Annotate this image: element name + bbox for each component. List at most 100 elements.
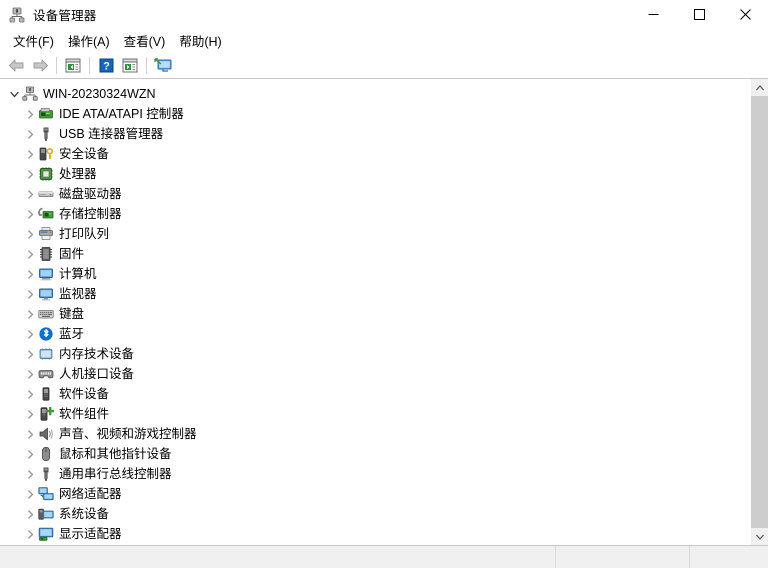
menu-file[interactable]: 文件(F) <box>6 28 61 54</box>
vertical-scrollbar[interactable] <box>750 79 768 545</box>
chevron-right-icon[interactable] <box>22 304 38 324</box>
scroll-thumb[interactable] <box>751 96 768 528</box>
tree-item-bluetooth[interactable]: 蓝牙 <box>0 324 750 344</box>
chevron-right-icon[interactable] <box>22 424 38 444</box>
tree-item-display-adapters[interactable]: 显示适配器 <box>0 524 750 544</box>
tree-item-label: 人机接口设备 <box>59 367 135 381</box>
tree-item-keyboards[interactable]: 键盘 <box>0 304 750 324</box>
tree-item-label: 处理器 <box>59 167 97 181</box>
scroll-track[interactable] <box>751 96 768 528</box>
network-adapter-icon <box>38 486 54 502</box>
chevron-right-icon[interactable] <box>22 204 38 224</box>
tree-item-processors[interactable]: 处理器 <box>0 164 750 184</box>
scroll-down-arrow[interactable] <box>751 528 768 545</box>
chevron-right-icon[interactable] <box>22 244 38 264</box>
forward-arrow-icon <box>33 59 48 71</box>
chevron-right-icon[interactable] <box>22 444 38 464</box>
help-question-icon: ? <box>99 58 113 72</box>
status-message <box>0 546 556 568</box>
print-queue-icon <box>38 226 54 242</box>
close-button[interactable] <box>722 0 768 29</box>
chevron-right-icon[interactable] <box>22 484 38 504</box>
title-bar: 设备管理器 <box>0 0 768 29</box>
menu-view[interactable]: 查看(V) <box>117 28 173 54</box>
tree-item-human-interface-devices[interactable]: 人机接口设备 <box>0 364 750 384</box>
chevron-right-icon[interactable] <box>22 384 38 404</box>
tree-item-print-queues[interactable]: 打印队列 <box>0 224 750 244</box>
tree-item-system-devices[interactable]: 系统设备 <box>0 504 750 524</box>
scan-hardware-button[interactable] <box>151 54 175 76</box>
menu-action[interactable]: 操作(A) <box>61 28 117 54</box>
properties-button[interactable] <box>61 54 85 76</box>
tree-item-label: 监视器 <box>59 287 97 301</box>
chevron-right-icon[interactable] <box>22 324 38 344</box>
tree-item-disk-drives[interactable]: 磁盘驱动器 <box>0 184 750 204</box>
device-tree[interactable]: WIN-20230324WZN IDE ATA/ATAPI 控制器 USB 连接… <box>0 79 750 545</box>
menu-help[interactable]: 帮助(H) <box>172 28 228 54</box>
tree-item-label: 存储控制器 <box>59 207 122 221</box>
human-interface-icon <box>38 366 54 382</box>
chevron-right-icon[interactable] <box>22 164 38 184</box>
tree-item-label: USB 连接器管理器 <box>59 127 164 141</box>
tree-item-usb-connector-managers[interactable]: USB 连接器管理器 <box>0 124 750 144</box>
chevron-right-icon[interactable] <box>22 124 38 144</box>
svg-text:?: ? <box>103 60 110 72</box>
tree-item-mice-and-pointing-devices[interactable]: 鼠标和其他指针设备 <box>0 444 750 464</box>
tree-item-security-devices[interactable]: 安全设备 <box>0 144 750 164</box>
chevron-right-icon[interactable] <box>22 224 38 244</box>
window-title: 设备管理器 <box>33 9 97 23</box>
maximize-button[interactable] <box>676 0 722 29</box>
back-button[interactable] <box>4 54 28 76</box>
chevron-down-icon[interactable] <box>6 84 22 104</box>
tree-item-monitors[interactable]: 监视器 <box>0 284 750 304</box>
tree-item-firmware[interactable]: 固件 <box>0 244 750 264</box>
show-hidden-button[interactable] <box>118 54 142 76</box>
chevron-right-icon[interactable] <box>22 144 38 164</box>
chevron-right-icon[interactable] <box>22 364 38 384</box>
keyboard-icon <box>38 306 54 322</box>
tree-item-label: 磁盘驱动器 <box>59 187 122 201</box>
tree-item-label: 蓝牙 <box>59 327 85 341</box>
tree-item-memory-technology-devices[interactable]: 内存技术设备 <box>0 344 750 364</box>
tree-item-universal-serial-bus-controllers[interactable]: 通用串行总线控制器 <box>0 464 750 484</box>
tree-item-computer[interactable]: 计算机 <box>0 264 750 284</box>
tree-item-network-adapters[interactable]: 网络适配器 <box>0 484 750 504</box>
sound-speaker-icon <box>38 426 54 442</box>
chevron-right-icon[interactable] <box>22 184 38 204</box>
processor-chip-icon <box>38 166 54 182</box>
disk-drive-icon <box>38 186 54 202</box>
tree-root-node[interactable]: WIN-20230324WZN <box>0 84 750 104</box>
tree-item-label: 通用串行总线控制器 <box>59 467 172 481</box>
tree-item-ide-ata-atapi-controllers[interactable]: IDE ATA/ATAPI 控制器 <box>0 104 750 124</box>
display-adapter-icon <box>38 526 54 542</box>
toolbar-separator <box>56 56 57 74</box>
tree-item-label: 计算机 <box>59 267 97 281</box>
chevron-right-icon[interactable] <box>22 344 38 364</box>
minimize-button[interactable] <box>630 0 676 29</box>
content-area: WIN-20230324WZN IDE ATA/ATAPI 控制器 USB 连接… <box>0 79 768 546</box>
chevron-right-icon[interactable] <box>22 264 38 284</box>
chevron-right-icon[interactable] <box>22 404 38 424</box>
tree-item-label: 键盘 <box>59 307 85 321</box>
tree-item-label: 网络适配器 <box>59 487 122 501</box>
tree-item-software-components[interactable]: 软件组件 <box>0 404 750 424</box>
status-cell-c <box>690 546 768 568</box>
chevron-right-icon[interactable] <box>22 504 38 524</box>
system-device-icon <box>38 506 54 522</box>
chevron-right-icon[interactable] <box>22 104 38 124</box>
scroll-up-arrow[interactable] <box>751 79 768 96</box>
tree-item-label: 固件 <box>59 247 85 261</box>
chevron-right-icon[interactable] <box>22 464 38 484</box>
toolbar-separator <box>146 56 147 74</box>
back-arrow-icon <box>8 59 23 71</box>
tree-item-software-devices[interactable]: 软件设备 <box>0 384 750 404</box>
help-button[interactable]: ? <box>94 54 118 76</box>
tree-item-sound-video-game-controllers[interactable]: 声音、视频和游戏控制器 <box>0 424 750 444</box>
properties-icon <box>65 58 81 72</box>
chevron-right-icon[interactable] <box>22 284 38 304</box>
forward-button[interactable] <box>28 54 52 76</box>
tree-item-label: 内存技术设备 <box>59 347 135 361</box>
tree-item-label: 声音、视频和游戏控制器 <box>59 427 197 441</box>
chevron-right-icon[interactable] <box>22 524 38 544</box>
tree-item-storage-controllers[interactable]: 存储控制器 <box>0 204 750 224</box>
